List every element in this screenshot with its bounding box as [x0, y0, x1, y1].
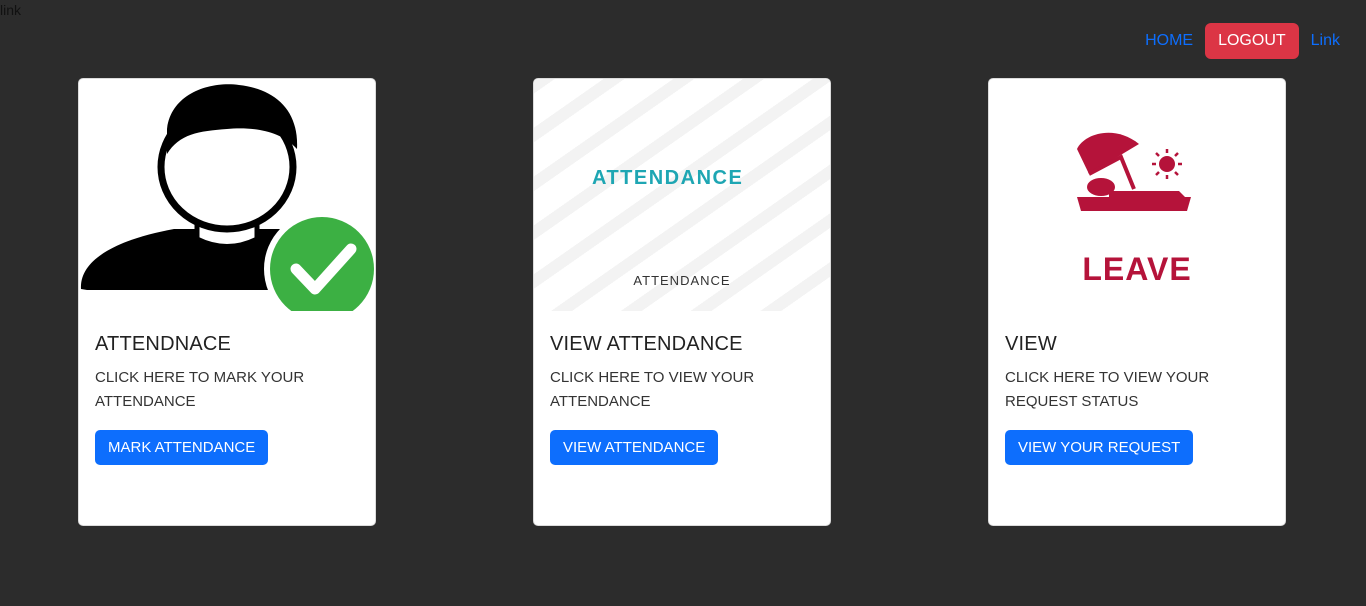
card-title: VIEW ATTENDANCE [550, 333, 743, 355]
card-image: LEAVE [989, 79, 1285, 311]
attendance-logo: ATTENDANCE [592, 167, 744, 189]
card-view-request: LEAVE VIEW CLICK HERE TO VIEW YOUR REQUE… [988, 78, 1286, 526]
nav-home-link[interactable]: HOME [1133, 24, 1205, 58]
card-text: CLICK HERE TO VIEW YOUR ATTENDANCE [550, 369, 755, 410]
corner-link[interactable]: link [0, 2, 21, 18]
card-mark-attendance: ATTENDNACE CLICK HERE TO MARK YOUR ATTEN… [78, 78, 376, 526]
card-image [79, 79, 375, 311]
card-title: ATTENDNACE [95, 333, 232, 355]
image-caption: ATTENDANCE [633, 273, 731, 288]
card-text: CLICK HERE TO VIEW YOUR REQUEST STATUS [1005, 369, 1210, 410]
card-view-attendance: ATTENDANCE ATTENDANCE VIEW ATTENDANCE CL… [533, 78, 831, 526]
card-image: ATTENDANCE ATTENDANCE [534, 79, 830, 311]
top-nav: HOME LOGOUT Link [1133, 23, 1352, 59]
mark-attendance-button[interactable]: MARK ATTENDANCE [95, 430, 269, 465]
card-text: CLICK HERE TO MARK YOUR ATTENDANCE [95, 369, 305, 410]
leave-text: LEAVE [1082, 251, 1192, 287]
card-title: VIEW [1005, 333, 1057, 355]
nav-link[interactable]: Link [1299, 24, 1352, 58]
view-attendance-button[interactable]: VIEW ATTENDANCE [550, 430, 719, 465]
logout-button[interactable]: LOGOUT [1205, 23, 1299, 59]
person-check-icon [80, 84, 375, 311]
view-your-request-button[interactable]: VIEW YOUR REQUEST [1005, 430, 1194, 465]
